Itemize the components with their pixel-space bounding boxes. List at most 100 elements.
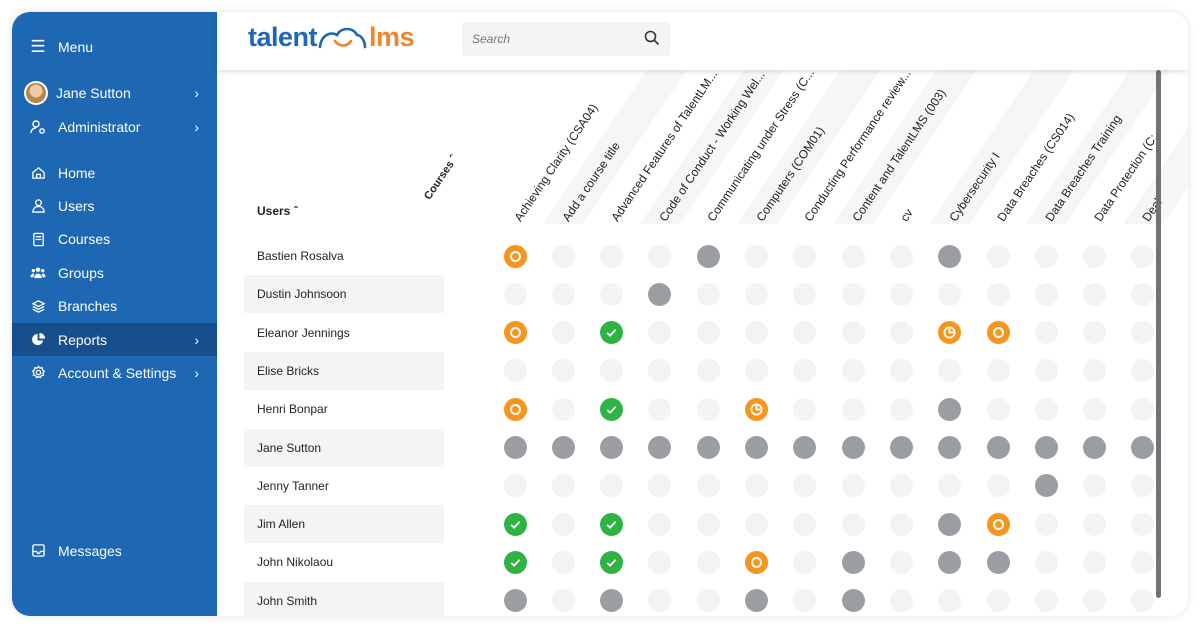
status-not-enrolled[interactable] (1131, 589, 1155, 613)
status-not-started[interactable] (889, 436, 913, 459)
status-not-enrolled[interactable] (551, 244, 575, 268)
status-not-started[interactable] (696, 436, 720, 459)
status-not-started[interactable] (986, 550, 1010, 574)
status-not-enrolled[interactable] (648, 589, 672, 613)
status-not-enrolled[interactable] (889, 282, 913, 306)
status-not-enrolled[interactable] (841, 512, 865, 536)
status-not-enrolled[interactable] (793, 359, 817, 383)
status-not-enrolled[interactable] (696, 512, 720, 536)
status-not-enrolled[interactable] (841, 244, 865, 268)
status-not-enrolled[interactable] (551, 321, 575, 345)
status-not-enrolled[interactable] (938, 282, 962, 306)
user-row[interactable]: Henri Bonpar (244, 390, 444, 428)
status-not-enrolled[interactable] (1083, 321, 1107, 345)
user-row[interactable]: Jane Sutton (244, 428, 444, 467)
status-not-enrolled[interactable] (600, 359, 624, 383)
status-not-enrolled[interactable] (1131, 550, 1155, 574)
status-completed[interactable] (600, 512, 624, 536)
user-row[interactable]: Jim Allen (244, 505, 444, 544)
status-not-enrolled[interactable] (1083, 397, 1107, 421)
user-name[interactable]: John Nikolaou (257, 555, 333, 569)
status-not-enrolled[interactable] (1083, 550, 1107, 574)
status-in-progress[interactable] (503, 244, 527, 268)
status-not-enrolled[interactable] (696, 474, 720, 498)
sidebar-item-account-settings[interactable]: Account & Settings › (12, 356, 217, 389)
status-not-enrolled[interactable] (1083, 512, 1107, 536)
status-not-started[interactable] (1034, 474, 1058, 498)
talentlms-logo[interactable]: talent lms (248, 22, 415, 53)
status-not-enrolled[interactable] (745, 282, 768, 306)
status-not-enrolled[interactable] (841, 321, 865, 345)
status-not-started[interactable] (938, 244, 962, 268)
status-not-started[interactable] (503, 436, 527, 459)
status-not-started[interactable] (745, 589, 768, 613)
status-not-enrolled[interactable] (1131, 321, 1155, 345)
status-not-enrolled[interactable] (793, 512, 817, 536)
status-not-enrolled[interactable] (696, 359, 720, 383)
status-completed[interactable] (600, 321, 624, 345)
sidebar-item-courses[interactable]: Courses (12, 223, 217, 256)
status-not-enrolled[interactable] (600, 282, 624, 306)
status-not-started[interactable] (1131, 436, 1155, 459)
status-not-enrolled[interactable] (1131, 512, 1155, 536)
status-not-started[interactable] (938, 436, 962, 459)
status-not-enrolled[interactable] (793, 474, 817, 498)
status-completed[interactable] (600, 550, 624, 574)
status-not-started[interactable] (551, 436, 575, 459)
status-in-progress[interactable] (503, 321, 527, 345)
user-name[interactable]: Jenny Tanner (257, 479, 329, 493)
user-name[interactable]: Jane Sutton (257, 441, 321, 455)
status-not-started[interactable] (938, 512, 962, 536)
status-partially-completed[interactable] (938, 321, 962, 345)
search-box[interactable] (462, 22, 670, 56)
status-completed[interactable] (503, 550, 527, 574)
status-not-enrolled[interactable] (503, 474, 527, 498)
status-in-progress[interactable] (986, 512, 1010, 536)
status-not-started[interactable] (841, 589, 865, 613)
sidebar-item-reports[interactable]: Reports › (12, 323, 217, 356)
status-partially-completed[interactable] (745, 397, 768, 421)
status-completed[interactable] (600, 397, 624, 421)
status-not-started[interactable] (600, 436, 624, 459)
status-not-enrolled[interactable] (841, 474, 865, 498)
status-not-enrolled[interactable] (648, 359, 672, 383)
status-not-enrolled[interactable] (889, 550, 913, 574)
status-not-enrolled[interactable] (986, 359, 1010, 383)
status-not-started[interactable] (503, 589, 527, 613)
status-not-enrolled[interactable] (745, 359, 768, 383)
status-not-started[interactable] (793, 436, 817, 459)
menu-button[interactable]: ☰ Menu (12, 30, 217, 63)
status-not-enrolled[interactable] (648, 244, 672, 268)
status-not-enrolled[interactable] (889, 244, 913, 268)
courses-sort-header[interactable]: Courses ˆ (422, 153, 460, 202)
status-not-started[interactable] (696, 244, 720, 268)
status-not-enrolled[interactable] (938, 474, 962, 498)
status-not-enrolled[interactable] (551, 589, 575, 613)
users-sort-header[interactable]: Users ˆ (257, 204, 298, 218)
status-not-enrolled[interactable] (745, 244, 768, 268)
status-not-enrolled[interactable] (841, 397, 865, 421)
user-name[interactable]: Henri Bonpar (257, 402, 328, 416)
status-not-enrolled[interactable] (986, 397, 1010, 421)
status-not-enrolled[interactable] (503, 282, 527, 306)
status-not-enrolled[interactable] (1131, 474, 1155, 498)
status-in-progress[interactable] (745, 550, 768, 574)
status-not-enrolled[interactable] (1083, 474, 1107, 498)
status-not-enrolled[interactable] (1131, 244, 1155, 268)
course-column-header[interactable]: cv (898, 206, 916, 224)
user-name[interactable]: Eleanor Jennings (257, 326, 350, 340)
role-switcher[interactable]: Administrator › (12, 110, 217, 143)
status-not-enrolled[interactable] (600, 474, 624, 498)
user-row[interactable]: John Nikolaou (244, 543, 444, 581)
status-not-enrolled[interactable] (793, 550, 817, 574)
status-not-enrolled[interactable] (600, 244, 624, 268)
status-in-progress[interactable] (503, 397, 527, 421)
status-not-enrolled[interactable] (1034, 244, 1058, 268)
status-not-enrolled[interactable] (1034, 359, 1058, 383)
status-not-enrolled[interactable] (1034, 282, 1058, 306)
user-name[interactable]: Jim Allen (257, 517, 305, 531)
status-not-enrolled[interactable] (1034, 397, 1058, 421)
status-not-started[interactable] (745, 436, 768, 459)
status-in-progress[interactable] (986, 321, 1010, 345)
status-not-enrolled[interactable] (1131, 359, 1155, 383)
